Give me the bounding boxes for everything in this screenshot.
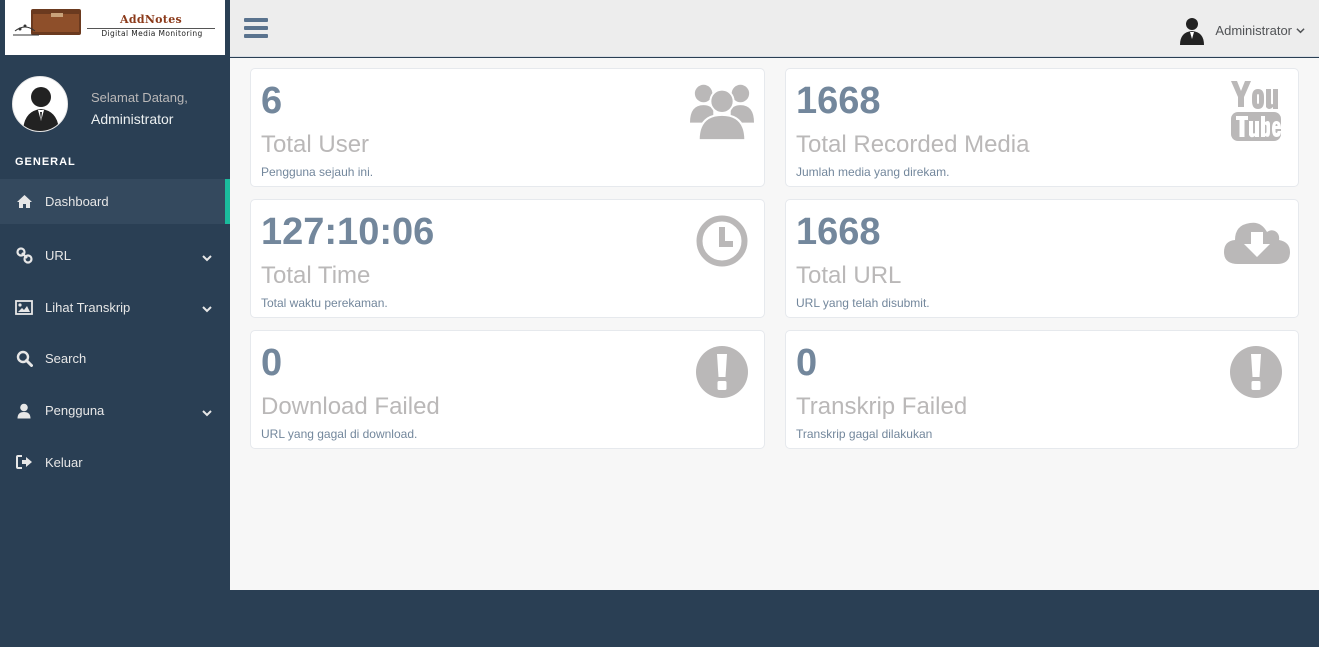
- user-dropdown-toggle[interactable]: Administrator: [1177, 14, 1305, 46]
- user-avatar-icon: [1180, 18, 1205, 45]
- youtube-icon: [1224, 79, 1288, 141]
- sidebar-item-keluar[interactable]: Keluar: [0, 436, 230, 488]
- tile-transkrip-failed: 0 Transkrip Failed Transkrip gagal dilak…: [785, 330, 1299, 449]
- tile-description: URL yang telah disubmit.: [796, 296, 930, 310]
- tile-count: 0: [261, 342, 283, 384]
- tile-count: 1668: [796, 211, 881, 253]
- sidebar-item-dashboard[interactable]: Dashboard: [0, 179, 230, 224]
- avatar: [12, 76, 68, 132]
- chevron-down-icon: [202, 302, 212, 317]
- tile-title: Transkrip Failed: [796, 393, 968, 420]
- hamburger-icon: [244, 18, 268, 22]
- user-icon: [15, 402, 33, 420]
- brand-subtitle: Digital Media Monitoring: [101, 29, 203, 38]
- hamburger-bar: [244, 26, 268, 30]
- chevron-down-icon: [202, 251, 212, 266]
- tile-total-user: 6 Total User Pengguna sejauh ini.: [250, 68, 765, 187]
- image-icon: [15, 298, 33, 316]
- menu-toggle-button[interactable]: [244, 18, 268, 40]
- tile-description: Transkrip gagal dilakukan: [796, 427, 933, 441]
- chevron-down-icon: [1296, 27, 1305, 33]
- menu-section-title: GENERAL: [15, 156, 76, 168]
- sidebar-item-label: Keluar: [45, 454, 83, 470]
- clock-icon: [690, 210, 754, 272]
- tile-total-time: 127:10:06 Total Time Total waktu perekam…: [250, 199, 765, 318]
- tile-title: Total URL: [796, 262, 902, 289]
- tile-title: Total Recorded Media: [796, 131, 1030, 158]
- tile-total-recorded-media: 1668 Total Recorded Media Jumlah media y…: [785, 68, 1299, 187]
- profile-name: Administrator: [91, 111, 174, 127]
- tile-title: Total Time: [261, 262, 371, 289]
- brand-title: AddNotes: [87, 13, 215, 29]
- tile-description: URL yang gagal di download.: [261, 427, 418, 441]
- hamburger-bar: [244, 34, 268, 38]
- welcome-text: Selamat Datang,: [91, 90, 188, 105]
- tile-download-failed: 0 Download Failed URL yang gagal di down…: [250, 330, 765, 449]
- tile-count: 6: [261, 80, 283, 122]
- home-icon: [15, 193, 33, 211]
- tile-description: Total waktu perekaman.: [261, 296, 388, 310]
- sidebar-item-label: Pengguna: [45, 403, 105, 419]
- sign-out-icon: [15, 453, 33, 471]
- user-name: Administrator: [1215, 22, 1292, 38]
- sidebar-item-label: URL: [45, 248, 72, 264]
- chevron-down-icon: [202, 406, 212, 421]
- sidebar-item-url[interactable]: URL: [0, 230, 230, 282]
- user-silhouette-icon: [23, 87, 59, 131]
- tile-description: Pengguna sejauh ini.: [261, 165, 374, 179]
- top-nav: Administrator: [230, 0, 1319, 57]
- users-icon: [690, 79, 754, 141]
- sidebar-item-lihat-transkrip[interactable]: Lihat Transkrip: [0, 282, 230, 334]
- exclamation-icon: [1224, 341, 1288, 403]
- cloud-download-icon: [1224, 210, 1290, 272]
- sidebar-item-label: Lihat Transkrip: [45, 299, 131, 315]
- tile-description: Jumlah media yang direkam.: [796, 165, 950, 179]
- exclamation-icon: [690, 341, 754, 403]
- tile-count: 0: [796, 342, 818, 384]
- side-menu: Dashboard URL Lihat Transkrip Search Pen…: [0, 179, 230, 488]
- main-content: 6 Total User Pengguna sejauh ini. 1668 T…: [230, 58, 1319, 590]
- tile-count: 1668: [796, 80, 881, 122]
- sidebar-item-search[interactable]: Search: [0, 333, 230, 385]
- brand-logo[interactable]: AddNotes Digital Media Monitoring: [5, 0, 225, 55]
- sidebar-item-pengguna[interactable]: Pengguna: [0, 385, 230, 437]
- logo-folder-icon: [13, 9, 83, 37]
- tile-title: Download Failed: [261, 393, 440, 420]
- tile-count: 127:10:06: [261, 211, 435, 253]
- sidebar-item-label: Search: [45, 351, 87, 367]
- tile-title: Total User: [261, 131, 370, 158]
- link-icon: [15, 247, 33, 265]
- sidebar-item-label: Dashboard: [45, 194, 109, 209]
- tile-total-url: 1668 Total URL URL yang telah disubmit.: [785, 199, 1299, 318]
- user-profile: Selamat Datang, Administrator: [0, 76, 230, 136]
- sidebar: AddNotes Digital Media Monitoring Selama…: [0, 0, 230, 647]
- search-icon: [15, 350, 33, 368]
